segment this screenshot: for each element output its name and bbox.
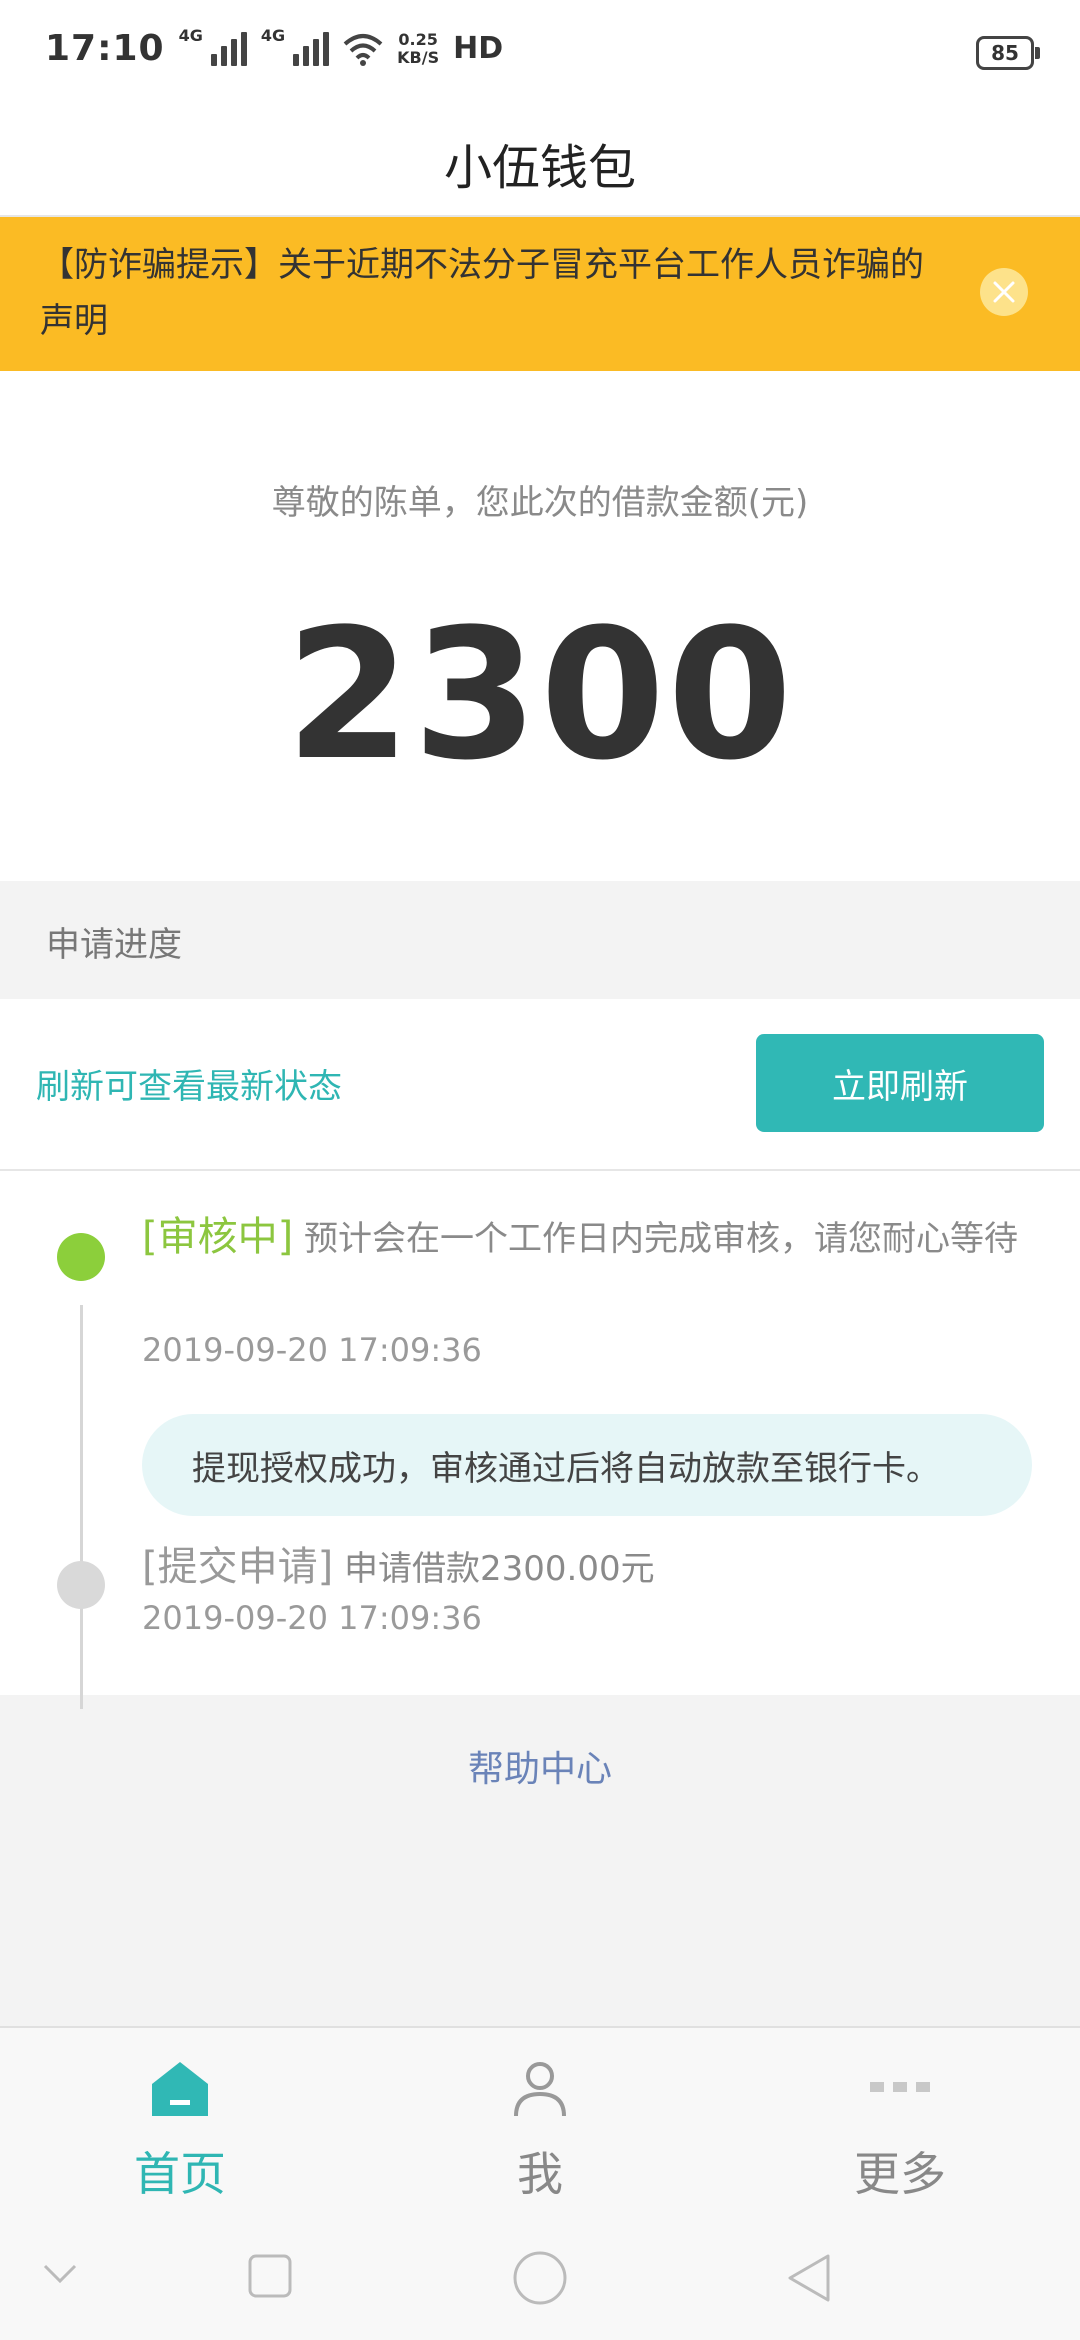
timeline-status-tag: [审核中] [142,1214,294,1260]
loan-amount-value: 2300 [285,591,795,800]
refresh-hint: 刷新可查看最新状态 [36,1067,342,1107]
more-icon [870,2082,930,2092]
hd-label: HD [453,31,504,66]
wifi-icon [343,33,383,66]
chevron-down-icon[interactable] [42,2262,78,2286]
signal-icon [210,31,247,66]
network-speed: 0.25 KB/S [397,29,440,67]
nav-label-home: 首页 [134,2147,226,2201]
app-screen: 17:10 4G 4G 0.25 KB/S HD 85 小伍钱包 【防诈骗提示】… [0,0,1080,2340]
home-circle-icon[interactable] [512,2250,568,2306]
help-center-link[interactable]: 帮助中心 [0,1740,1080,1792]
timeline-connector [80,1305,83,1709]
timeline-dot-active [57,1233,105,1281]
nav-item-me[interactable]: 我 [440,2056,640,2204]
recent-apps-icon[interactable] [248,2254,292,2298]
network-speed-value: 0.25 [398,29,438,49]
timeline-item-reviewing: [审核中] 预计会在一个工作日内完成审核，请您耐心等待 [142,1207,1027,1269]
timeline-note-bubble: 提现授权成功，审核通过后将自动放款至银行卡。 [142,1414,1032,1516]
signal-icon [293,31,330,66]
network-speed-unit: KB/S [397,47,440,67]
status-time: 17:10 [45,28,165,69]
nav-item-home[interactable]: 首页 [80,2056,280,2204]
nav-label-more: 更多 [854,2147,946,2201]
progress-section-title: 申请进度 [46,925,182,965]
user-icon [514,2062,566,2117]
notice-text[interactable]: 【防诈骗提示】关于近期不法分子冒充平台工作人员诈骗的声明 [40,237,930,349]
close-icon [993,281,1015,303]
network-type-label: 4G [260,26,286,45]
system-navigation-bar [0,2216,1080,2340]
home-icon [152,2062,208,2116]
timeline-timestamp: 2019-09-20 17:09:36 [142,1331,482,1369]
nav-item-more[interactable]: 更多 [800,2056,1000,2204]
timeline-description: 申请借款2300.00元 [333,1549,655,1589]
timeline-note-text: 提现授权成功，审核通过后将自动放款至银行卡。 [192,1448,940,1489]
network-type-label: 4G [178,26,203,45]
status-bar: 17:10 4G 4G 0.25 KB/S HD 85 [0,0,1080,110]
battery-icon: 85 [976,36,1040,70]
progress-section-header: 申请进度 [0,881,1080,999]
battery-level: 85 [991,41,1019,65]
loan-amount-card: 尊敬的陈单，您此次的借款金额(元) 2300 [0,371,1080,881]
anti-fraud-notice[interactable]: 【防诈骗提示】关于近期不法分子冒充平台工作人员诈骗的声明 [0,217,1080,371]
back-icon[interactable] [786,2252,832,2304]
timeline-status-tag: [提交申请] [142,1544,334,1590]
title-bar: 小伍钱包 [0,110,1080,217]
timeline-item-submitted: [提交申请] 申请借款2300.00元 [142,1537,1027,1599]
refresh-row: 刷新可查看最新状态 立即刷新 [0,999,1080,1171]
timeline-dot-inactive [57,1561,105,1609]
progress-timeline: [审核中] 预计会在一个工作日内完成审核，请您耐心等待 2019-09-20 1… [0,1171,1080,1709]
nav-label-me: 我 [517,2147,563,2201]
page-title: 小伍钱包 [443,139,636,196]
bottom-navigation: 首页 我 更多 [0,2026,1080,2218]
notice-close-button[interactable] [980,268,1028,316]
timeline-timestamp: 2019-09-20 17:09:36 [142,1599,482,1637]
loan-amount-label: 尊敬的陈单，您此次的借款金额(元) [271,483,809,523]
refresh-now-button[interactable]: 立即刷新 [756,1034,1044,1132]
timeline-description: 预计会在一个工作日内完成审核，请您耐心等待 [293,1219,1019,1259]
